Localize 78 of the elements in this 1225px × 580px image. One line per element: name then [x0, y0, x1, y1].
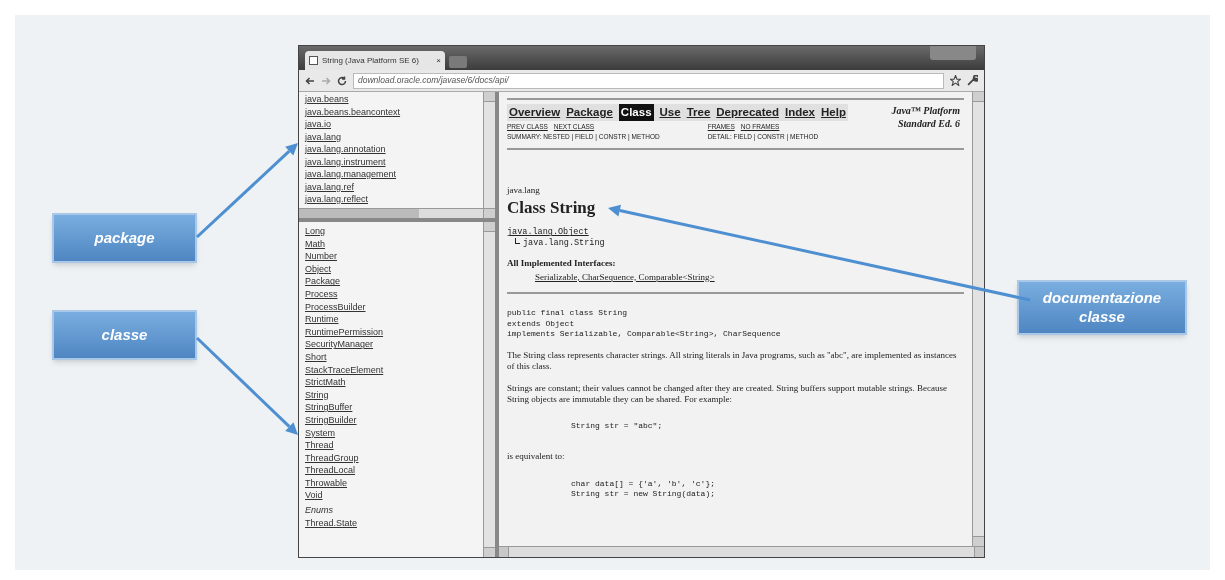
class-list-item[interactable]: StringBuilder — [305, 413, 357, 427]
package-name: java.lang — [507, 183, 541, 197]
class-list-item[interactable]: ThreadGroup — [305, 451, 359, 465]
callout-label: package — [52, 213, 197, 263]
declaration-line: public final class String — [507, 308, 629, 319]
package-list-item[interactable]: java.beans — [305, 93, 349, 106]
wrench-icon[interactable] — [967, 75, 978, 86]
nav-tab[interactable]: Overview — [509, 104, 561, 122]
description-paragraph: Strings are constant; their values cannot be changed after they are created. String buffers support mutable strings. Because String objects are immutable they can be shared. For example: — [507, 382, 948, 406]
class-title: Class String — [507, 197, 597, 220]
scrollbar[interactable] — [972, 92, 984, 546]
code-line: char data[] = {'a', 'b', 'c'}; — [571, 478, 717, 489]
platform-name: Standard Ed. 6 — [898, 117, 960, 130]
reload-icon[interactable] — [337, 75, 347, 86]
address-field[interactable]: download.oracle.com/javase/6/docs/api/ — [353, 72, 944, 89]
class-list-item[interactable]: String — [305, 388, 329, 402]
package-list-item[interactable]: java.lang.annotation — [305, 143, 386, 156]
package-list-item[interactable]: java.beans.beancontext — [305, 105, 401, 118]
declaration-line: extends Object — [507, 318, 576, 330]
class-list-item[interactable]: Package — [305, 275, 341, 288]
class-list-item[interactable]: Number — [305, 250, 337, 263]
nav-tab[interactable]: Deprecated — [716, 104, 779, 122]
superclass-link[interactable]: java.lang.Object — [507, 227, 589, 239]
interfaces-links[interactable]: Serializable, CharSequence, Comparable<String> — [507, 270, 964, 285]
tab-title: String (Java Platform SE 6) — [322, 54, 419, 67]
class-list-item[interactable]: ThreadLocal — [305, 464, 356, 477]
class-list-item[interactable]: Throwable — [305, 476, 348, 490]
class-list-item[interactable]: Short — [305, 350, 327, 364]
class-name: java.lang.String — [523, 238, 605, 250]
declaration-line: implements Serializable, Comparable<String>, CharSequence — [507, 329, 782, 340]
back-icon[interactable] — [305, 76, 315, 85]
class-list-item[interactable]: Thread — [305, 439, 334, 452]
class-list-item[interactable]: SecurityManager — [305, 338, 374, 351]
browser-tab[interactable]: String (Java Platform SE 6) × — [305, 51, 445, 70]
equivalence-text: is equivalent to: — [507, 451, 566, 463]
class-list-item[interactable]: Math — [305, 237, 325, 251]
package-list-item[interactable]: java.lang.management — [305, 168, 397, 181]
package-list-item[interactable]: java.io — [305, 118, 331, 131]
nav-tab[interactable]: Help — [821, 104, 846, 122]
interfaces-label: All Implemented Interfaces: — [507, 257, 617, 271]
class-list-item[interactable]: StrictMath — [305, 376, 346, 389]
class-list-item[interactable]: StackTraceElement — [305, 363, 384, 377]
class-list-item[interactable]: System — [305, 426, 335, 440]
nav-tab[interactable]: Use — [659, 104, 681, 122]
scrollbar[interactable] — [499, 546, 984, 557]
scrollbar[interactable] — [483, 222, 495, 557]
platform-name: Java™ Platform — [891, 104, 960, 117]
package-list-item[interactable]: java.lang — [305, 130, 342, 143]
code-line: String str = new String(data); — [571, 488, 717, 499]
class-list-item[interactable]: RuntimePermission — [305, 325, 384, 339]
section-heading: Enums — [305, 504, 334, 517]
nav-tab[interactable]: Tree — [686, 104, 711, 122]
scrollbar[interactable] — [299, 208, 483, 218]
nav-tab[interactable]: Class — [618, 104, 654, 122]
scrollbar[interactable] — [483, 92, 495, 218]
new-tab-button[interactable] — [449, 56, 467, 68]
star-icon[interactable] — [950, 75, 961, 86]
class-list-item[interactable]: ProcessBuilder — [305, 300, 366, 314]
class-list-item[interactable]: Long — [305, 225, 326, 238]
code-line: String str = "abc"; — [570, 419, 664, 432]
class-list-item[interactable]: Runtime — [305, 313, 339, 326]
tree-connector — [515, 238, 520, 245]
class-list-item[interactable]: Object — [305, 262, 331, 276]
package-list-item[interactable]: java.lang.ref — [305, 180, 355, 193]
class-list-item[interactable]: StringBuffer — [305, 401, 353, 414]
callout-label: classe — [52, 310, 197, 360]
forward-icon[interactable] — [321, 76, 331, 85]
nav-tab[interactable]: Package — [566, 104, 613, 122]
class-list-item[interactable]: Thread.State — [305, 516, 358, 530]
callout-label: documentazione classe — [1017, 280, 1187, 335]
class-list-item[interactable]: Void — [305, 489, 323, 503]
package-list-item[interactable]: java.lang.reflect — [305, 193, 369, 206]
description-paragraph: The String class represents character strings. All string literals in Java programs, such as "abc", are implemented as instances of this class. — [507, 349, 958, 373]
class-list-item[interactable]: Process — [305, 287, 338, 301]
close-icon[interactable]: × — [436, 54, 441, 67]
package-list-item[interactable]: java.lang.instrument — [305, 155, 386, 168]
nav-tab[interactable]: Index — [784, 104, 815, 122]
page-icon — [309, 56, 318, 65]
